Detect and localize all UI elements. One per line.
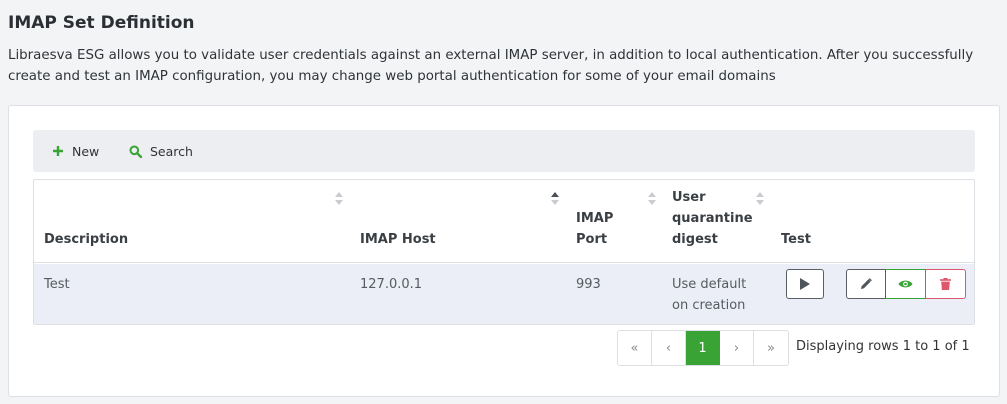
table-header: Description IMAP Host IMAP Port User qua…	[34, 180, 974, 263]
new-button-label: New	[72, 143, 100, 159]
eye-icon	[898, 280, 913, 288]
row-actions	[846, 269, 966, 299]
toolbar: New Search	[33, 130, 975, 172]
cell-imap-host: 127.0.0.1	[360, 277, 423, 292]
delete-button[interactable]	[926, 269, 966, 299]
pencil-icon	[861, 278, 872, 289]
cell-digest-line: Use default	[672, 277, 747, 292]
pagination-info: Displaying rows 1 to 1 of 1	[796, 339, 970, 354]
column-header-user-quarantine-digest[interactable]: User quarantine digest	[672, 187, 753, 250]
column-header-label: digest	[672, 232, 718, 247]
sort-icon[interactable]	[551, 192, 559, 206]
sort-icon[interactable]	[335, 192, 343, 206]
first-page-button[interactable]: «	[618, 331, 652, 365]
view-button[interactable]	[886, 269, 926, 299]
play-icon	[800, 278, 810, 290]
cell-description: Test	[44, 277, 70, 292]
search-icon	[129, 145, 142, 158]
cell-user-quarantine-digest: Use default on creation	[672, 274, 746, 316]
trash-icon	[940, 278, 951, 290]
column-header-imap-host[interactable]: IMAP Host	[360, 229, 436, 250]
page-title: IMAP Set Definition	[8, 13, 195, 33]
new-button[interactable]: New	[52, 130, 99, 172]
last-page-button[interactable]: »	[754, 331, 788, 365]
column-header-label: IMAP	[576, 211, 614, 226]
content-card: New Search Description IMAP Host IMAP Po…	[8, 105, 1000, 397]
table-row: Test 127.0.0.1 993 Use default on creati…	[34, 264, 974, 324]
column-header-label: Description	[44, 232, 129, 247]
run-test-button[interactable]	[786, 269, 824, 299]
sort-icon[interactable]	[648, 192, 656, 206]
search-button[interactable]: Search	[129, 130, 193, 172]
column-header-description[interactable]: Description	[44, 229, 128, 250]
page-description: Libraesva ESG allows you to validate use…	[8, 48, 974, 84]
column-header-test: Test	[781, 229, 811, 250]
prev-page-button[interactable]: ‹	[652, 331, 686, 365]
page-button-current[interactable]: 1	[686, 331, 720, 365]
imap-table: Description IMAP Host IMAP Port User qua…	[33, 179, 975, 325]
column-header-label: quarantine	[672, 211, 753, 226]
next-page-button[interactable]: ›	[720, 331, 754, 365]
column-header-label: IMAP Host	[360, 232, 436, 247]
sort-icon[interactable]	[756, 192, 764, 206]
cell-imap-port: 993	[576, 277, 601, 292]
cell-digest-line: on creation	[672, 298, 746, 313]
pagination: « ‹ 1 › »	[617, 330, 789, 366]
plus-icon	[52, 145, 64, 157]
search-button-label: Search	[150, 143, 193, 159]
column-header-label: User	[672, 190, 706, 205]
column-header-label: Port	[576, 232, 608, 247]
column-header-imap-port[interactable]: IMAP Port	[576, 208, 613, 250]
column-header-label: Test	[781, 232, 811, 247]
edit-button[interactable]	[846, 269, 886, 299]
